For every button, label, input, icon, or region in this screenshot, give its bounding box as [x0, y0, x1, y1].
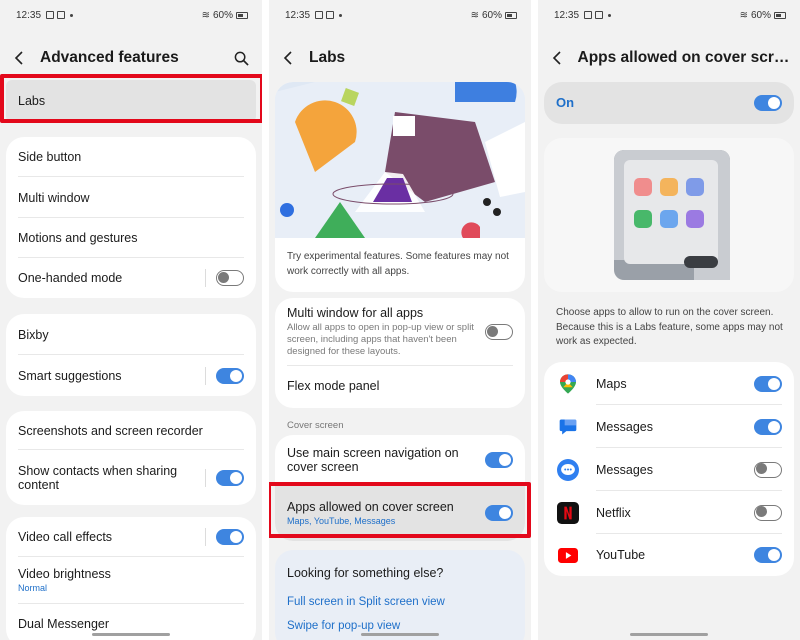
show-contacts-item[interactable]: Show contacts when sharing content [6, 450, 256, 505]
wifi-icon: ≋ [201, 9, 210, 21]
smart-suggestions-toggle[interactable] [216, 367, 244, 384]
video-call-effects-item[interactable]: Video call effects [6, 517, 256, 557]
multi-window-item[interactable]: Multi window [6, 177, 256, 218]
bixby-item[interactable]: Bixby [6, 314, 256, 355]
page-title: Advanced features [40, 49, 179, 66]
show-contacts-toggle[interactable] [216, 469, 244, 486]
master-toggle[interactable] [754, 95, 782, 111]
main-nav-cover-item[interactable]: Use main screen navigation on cover scre… [275, 435, 525, 485]
cover-apps-description: Choose apps to allow to run on the cover… [556, 307, 783, 347]
master-switch-card[interactable]: On [544, 82, 794, 124]
home-indicator [92, 633, 170, 636]
maps-icon [556, 372, 580, 396]
smart-suggestions-item[interactable]: Smart suggestions [6, 355, 256, 396]
home-indicator [361, 633, 439, 636]
app-row-google-messages[interactable]: Messages [544, 405, 794, 448]
back-icon[interactable] [548, 48, 568, 68]
youtube-icon [556, 543, 580, 567]
cover-screen-section-label: Cover screen [287, 420, 344, 431]
one-handed-toggle[interactable] [216, 270, 244, 286]
settings-group-4: Screenshots and screen recorder Show con… [6, 411, 256, 505]
looking-card: Looking for something else? Full screen … [275, 550, 525, 640]
full-screen-split-link[interactable]: Full screen in Split screen view [287, 596, 445, 608]
battery-icon [236, 11, 248, 19]
video-brightness-item[interactable]: Video brightness Normal [6, 557, 256, 604]
samsung-messages-toggle[interactable] [754, 461, 782, 478]
highlight-box [269, 482, 531, 538]
flex-mode-panel-item[interactable]: Flex mode panel [275, 366, 525, 406]
status-bar: 12:35 ≋ 60% [16, 8, 248, 22]
labs-features-card: Multi window for all apps Allow all apps … [275, 298, 525, 408]
motions-gestures-item[interactable]: Motions and gestures [6, 218, 256, 258]
battery-text: 60% [212, 9, 233, 21]
battery-icon [505, 11, 517, 19]
page-title: Labs [309, 49, 346, 66]
video-call-toggle[interactable] [216, 529, 244, 545]
home-indicator [630, 633, 708, 636]
one-handed-mode-item[interactable]: One-handed mode [6, 258, 256, 298]
multi-window-all-apps-item[interactable]: Multi window for all apps Allow all apps … [275, 298, 525, 366]
status-bar: 12:35 ≋ 60% [554, 8, 786, 22]
swipe-popup-link[interactable]: Swipe for pop-up view [287, 620, 400, 632]
multi-window-toggle[interactable] [485, 324, 513, 340]
app-row-samsung-messages[interactable]: Messages [544, 448, 794, 491]
looking-title: Looking for something else? [287, 566, 444, 580]
labs-illustration [275, 82, 525, 238]
wifi-icon: ≋ [739, 9, 748, 21]
app-row-maps[interactable]: Maps [544, 362, 794, 405]
phone-illustration [614, 150, 730, 280]
apps-list-card: Maps Messages Messages Netflix YouTube [544, 362, 794, 576]
maps-toggle[interactable] [754, 375, 782, 392]
header: Apps allowed on cover scre... [548, 44, 790, 72]
settings-group-2: Side button Multi window Motions and ges… [6, 137, 256, 298]
main-nav-toggle[interactable] [485, 452, 513, 468]
cover-screen-illustration-card [544, 138, 794, 292]
screenshots-item[interactable]: Screenshots and screen recorder [6, 411, 256, 450]
header: Labs [279, 44, 521, 72]
search-icon[interactable] [230, 47, 252, 69]
side-button-item[interactable]: Side button [6, 137, 256, 177]
labs-intro-text: Try experimental features. Some features… [287, 251, 509, 277]
brightness-value: Normal [18, 583, 48, 593]
labs-intro-card: Try experimental features. Some features… [275, 82, 525, 292]
advanced-features-screen: 12:35 ≋ 60% Advanced features Labs Side b… [0, 0, 262, 640]
back-icon[interactable] [10, 48, 30, 68]
netflix-toggle[interactable] [754, 504, 782, 521]
samsung-messages-icon [556, 458, 580, 482]
app-row-netflix[interactable]: Netflix [544, 491, 794, 534]
status-time: 12:35 [16, 9, 42, 21]
back-icon[interactable] [279, 48, 299, 68]
settings-group-3: Bixby Smart suggestions [6, 314, 256, 396]
google-messages-toggle[interactable] [754, 418, 782, 435]
youtube-toggle[interactable] [754, 547, 782, 563]
page-title: Apps allowed on cover scre... [577, 49, 791, 66]
wifi-icon: ≋ [470, 9, 479, 21]
settings-group-5: Video call effects Video brightness Norma… [6, 517, 256, 640]
google-messages-icon [556, 415, 580, 439]
labs-screen: 12:35 ≋ 60% Labs Try experimental featur… [269, 0, 531, 640]
status-bar: 12:35 ≋ 60% [285, 8, 517, 22]
apps-allowed-screen: 12:35 ≋ 60% Apps allowed on cover scre...… [538, 0, 800, 640]
battery-icon [774, 11, 786, 19]
master-switch-label: On [556, 95, 575, 110]
highlight-box [0, 74, 262, 123]
app-row-youtube[interactable]: YouTube [544, 534, 794, 576]
header: Advanced features [10, 44, 252, 72]
netflix-icon [556, 501, 580, 525]
